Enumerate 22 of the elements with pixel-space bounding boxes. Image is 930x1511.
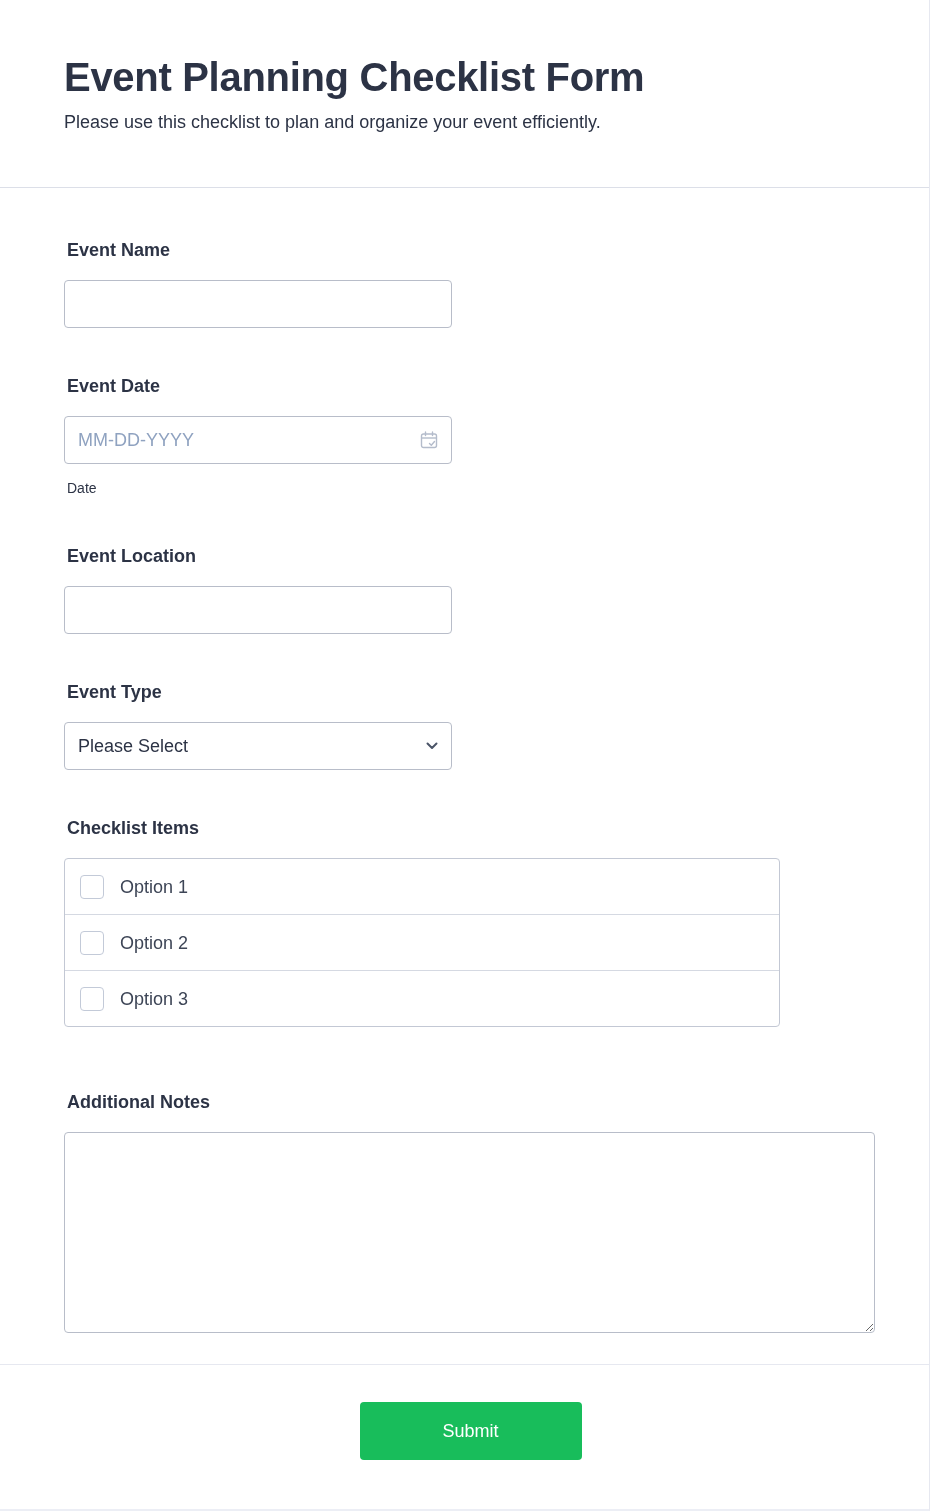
- field-label: Checklist Items: [66, 817, 201, 840]
- option-label[interactable]: Option 1: [120, 874, 189, 899]
- date-input[interactable]: MM-DD-YYYY: [64, 416, 452, 464]
- checkbox[interactable]: [80, 874, 104, 899]
- calendar-icon: [420, 431, 438, 449]
- text-input[interactable]: [64, 586, 452, 634]
- option-label[interactable]: Option 3: [120, 986, 189, 1011]
- notes-textarea[interactable]: [64, 1132, 875, 1333]
- checkbox[interactable]: [80, 986, 104, 1011]
- field-label: Event Name: [66, 239, 172, 262]
- field-label: Additional Notes: [66, 1091, 211, 1114]
- text-input[interactable]: [64, 280, 452, 328]
- checkbox[interactable]: [80, 930, 104, 955]
- field-label: Event Date: [66, 375, 162, 398]
- form-subtitle: Please use this checklist to plan and organize your event efficiently.: [64, 111, 602, 134]
- select-dropdown[interactable]: Please Select: [64, 722, 452, 770]
- field-sublabel: Date: [66, 479, 97, 498]
- field-label: Event Type: [66, 681, 163, 704]
- field-label: Event Location: [66, 545, 197, 568]
- option-label[interactable]: Option 2: [120, 930, 189, 955]
- chevron-down-icon: [426, 742, 438, 750]
- form-title: Event Planning Checklist Form: [64, 54, 646, 101]
